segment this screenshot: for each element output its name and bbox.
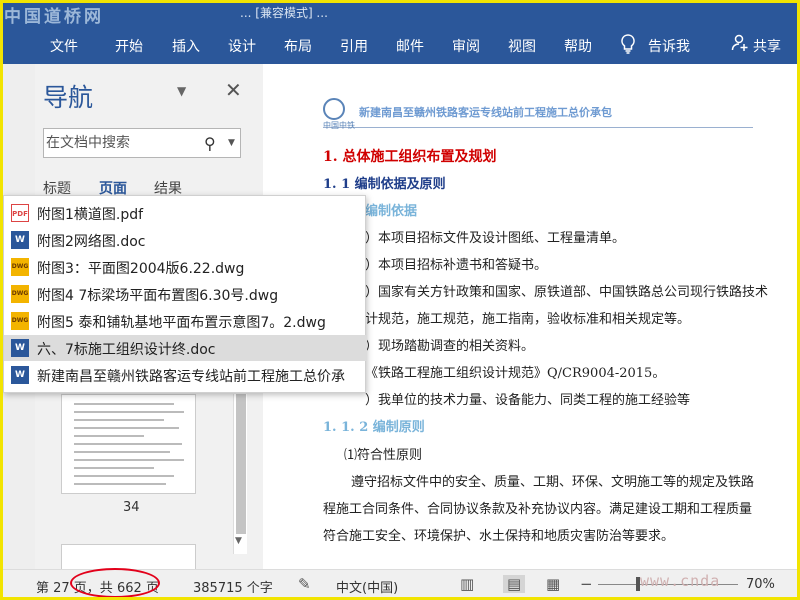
list-item[interactable]: PDF 附图1横道图.pdf bbox=[4, 200, 367, 226]
tab-references[interactable]: 引用 bbox=[340, 36, 368, 56]
pdf-file-icon: PDF bbox=[11, 204, 29, 222]
doc-line: 1. 1. 2 编制原则 bbox=[323, 420, 425, 435]
list-item[interactable]: DWG 附图5 泰和铺轨基地平面布置示意图7。2.dwg bbox=[4, 308, 367, 334]
doc-line: ）我单位的技术力量、设备能力、同类工程的施工经验等 bbox=[365, 393, 691, 408]
tab-insert[interactable]: 插入 bbox=[172, 36, 200, 56]
doc-line: 1. 1 编制依据及原则 bbox=[323, 177, 446, 192]
share-button[interactable]: 共享 bbox=[753, 36, 781, 56]
doc-line: 遵守招标文件中的安全、质量、工期、环保、文明施工等的规定及铁路 bbox=[351, 475, 755, 490]
watermark-site: www.cnda bbox=[640, 572, 721, 590]
file-name: 附图5 泰和铺轨基地平面布置示意图7。2.dwg bbox=[37, 315, 326, 331]
dwg-file-icon: DWG bbox=[11, 285, 29, 303]
header-title: 新建南昌至赣州铁路客运专线站前工程施工总价承包 bbox=[359, 106, 612, 119]
tab-review[interactable]: 审阅 bbox=[452, 36, 480, 56]
list-item-selected[interactable]: W 六、7标施工组织设计终.doc bbox=[4, 335, 367, 361]
tab-file[interactable]: 文件 bbox=[50, 36, 78, 56]
list-item[interactable]: DWG 附图4 7标梁场平面布置图6.30号.dwg bbox=[4, 281, 367, 307]
doc-line: ）本项目招标补遗书和答疑书。 bbox=[365, 258, 548, 273]
word-file-icon: W bbox=[11, 366, 29, 384]
list-item[interactable]: DWG 附图3：平面图2004版6.22.dwg bbox=[4, 254, 367, 280]
thumbnail-page-number: 34 bbox=[123, 500, 140, 515]
read-mode-icon[interactable]: ▥ bbox=[460, 575, 474, 593]
search-icon[interactable]: ⚲ bbox=[204, 134, 216, 153]
nav-scrollbar-thumb[interactable] bbox=[236, 394, 246, 534]
tab-mailings[interactable]: 邮件 bbox=[396, 36, 424, 56]
file-name: 附图2网络图.doc bbox=[37, 234, 146, 250]
doc-line: ）国家有关方针政策和国家、原铁道部、中国铁路总公司现行铁路技术 bbox=[365, 285, 769, 300]
nav-title: 导航 bbox=[43, 83, 94, 112]
dwg-file-icon: DWG bbox=[11, 258, 29, 276]
list-item[interactable]: W 附图2网络图.doc bbox=[4, 227, 367, 253]
document-header: 中国中铁 新建南昌至赣州铁路客运专线站前工程施工总价承包 bbox=[323, 98, 753, 130]
doc-line: 1. 总体施工组织布置及规划 bbox=[323, 149, 497, 165]
file-name: 新建南昌至赣州铁路客运专线站前工程施工总价承 bbox=[37, 369, 345, 385]
watermark-logo: 中国道桥网 bbox=[4, 7, 104, 27]
word-file-icon: W bbox=[11, 339, 29, 357]
doc-line: ）现场踏勘调查的相关资料。 bbox=[365, 339, 535, 354]
logo-caption: 中国中铁 bbox=[323, 121, 355, 130]
doc-line: 程施工合同条件、合同协议条款及补充协议内容。满足建设工期和工程质量 bbox=[323, 502, 753, 517]
company-logo-icon bbox=[323, 98, 345, 120]
file-name: 附图3：平面图2004版6.22.dwg bbox=[37, 261, 245, 277]
zoom-out-icon[interactable]: − bbox=[580, 575, 593, 593]
page-thumbnail[interactable] bbox=[61, 394, 196, 494]
scroll-down-icon[interactable]: ▼ bbox=[235, 536, 242, 546]
word-count-status[interactable]: 385715 个字 bbox=[193, 577, 273, 596]
nav-scrollbar[interactable]: ▼ bbox=[233, 394, 247, 554]
doc-line: ）本项目招标文件及设计图纸、工程量清单。 bbox=[365, 231, 626, 246]
file-list-popup: PDF 附图1横道图.pdf W 附图2网络图.doc DWG 附图3：平面图2… bbox=[3, 195, 367, 393]
close-icon[interactable]: ✕ bbox=[225, 78, 242, 102]
tab-view[interactable]: 视图 bbox=[508, 36, 536, 56]
language-status[interactable]: 中文(中国) bbox=[336, 577, 398, 596]
dwg-file-icon: DWG bbox=[11, 312, 29, 330]
chevron-down-icon[interactable]: ▼ bbox=[177, 84, 186, 98]
web-layout-icon[interactable]: ▦ bbox=[546, 575, 560, 593]
tab-design[interactable]: 设计 bbox=[228, 36, 256, 56]
search-input[interactable] bbox=[46, 132, 196, 154]
doc-line: 计规范，施工规范，施工指南，验收标准和相关规定等。 bbox=[365, 312, 691, 327]
nav-search-box[interactable]: ⚲ ▼ bbox=[43, 128, 241, 158]
print-layout-icon[interactable]: ▤ bbox=[503, 575, 526, 593]
lightbulb-icon bbox=[620, 34, 636, 58]
tab-layout[interactable]: 布局 bbox=[284, 36, 312, 56]
doc-line: 符合施工安全、环境保护、水土保持和地质灾害防治等要求。 bbox=[323, 529, 675, 544]
file-name: 附图1横道图.pdf bbox=[37, 207, 144, 223]
file-name: 附图4 7标梁场平面布置图6.30号.dwg bbox=[37, 288, 279, 304]
search-options-icon[interactable]: ▼ bbox=[228, 138, 235, 148]
doc-line: 编制依据 bbox=[365, 204, 418, 219]
tab-help[interactable]: 帮助 bbox=[564, 36, 592, 56]
file-name: 六、7标施工组织设计终.doc bbox=[37, 342, 216, 358]
doc-line: 《铁路工程施工组织设计规范》Q/CR9004-2015。 bbox=[365, 366, 666, 381]
window-title: ... [兼容模式] ... bbox=[240, 6, 328, 20]
tab-home[interactable]: 开始 bbox=[115, 36, 143, 56]
tell-me-search[interactable]: 告诉我 bbox=[648, 36, 690, 56]
annotation-circle bbox=[70, 568, 160, 598]
list-item[interactable]: W 新建南昌至赣州铁路客运专线站前工程施工总价承 bbox=[4, 362, 367, 388]
person-add-icon[interactable] bbox=[731, 34, 749, 56]
zoom-level[interactable]: 70% bbox=[746, 577, 775, 592]
word-file-icon: W bbox=[11, 231, 29, 249]
doc-line: ⑴符合性原则 bbox=[344, 448, 423, 463]
proofing-icon[interactable]: ✎ bbox=[298, 575, 311, 593]
title-bar: 中国道桥网 ... [兼容模式] ... bbox=[0, 0, 800, 27]
ribbon-tabs: 文件 开始 插入 设计 布局 引用 邮件 审阅 视图 帮助 告诉我 共享 bbox=[0, 26, 800, 64]
